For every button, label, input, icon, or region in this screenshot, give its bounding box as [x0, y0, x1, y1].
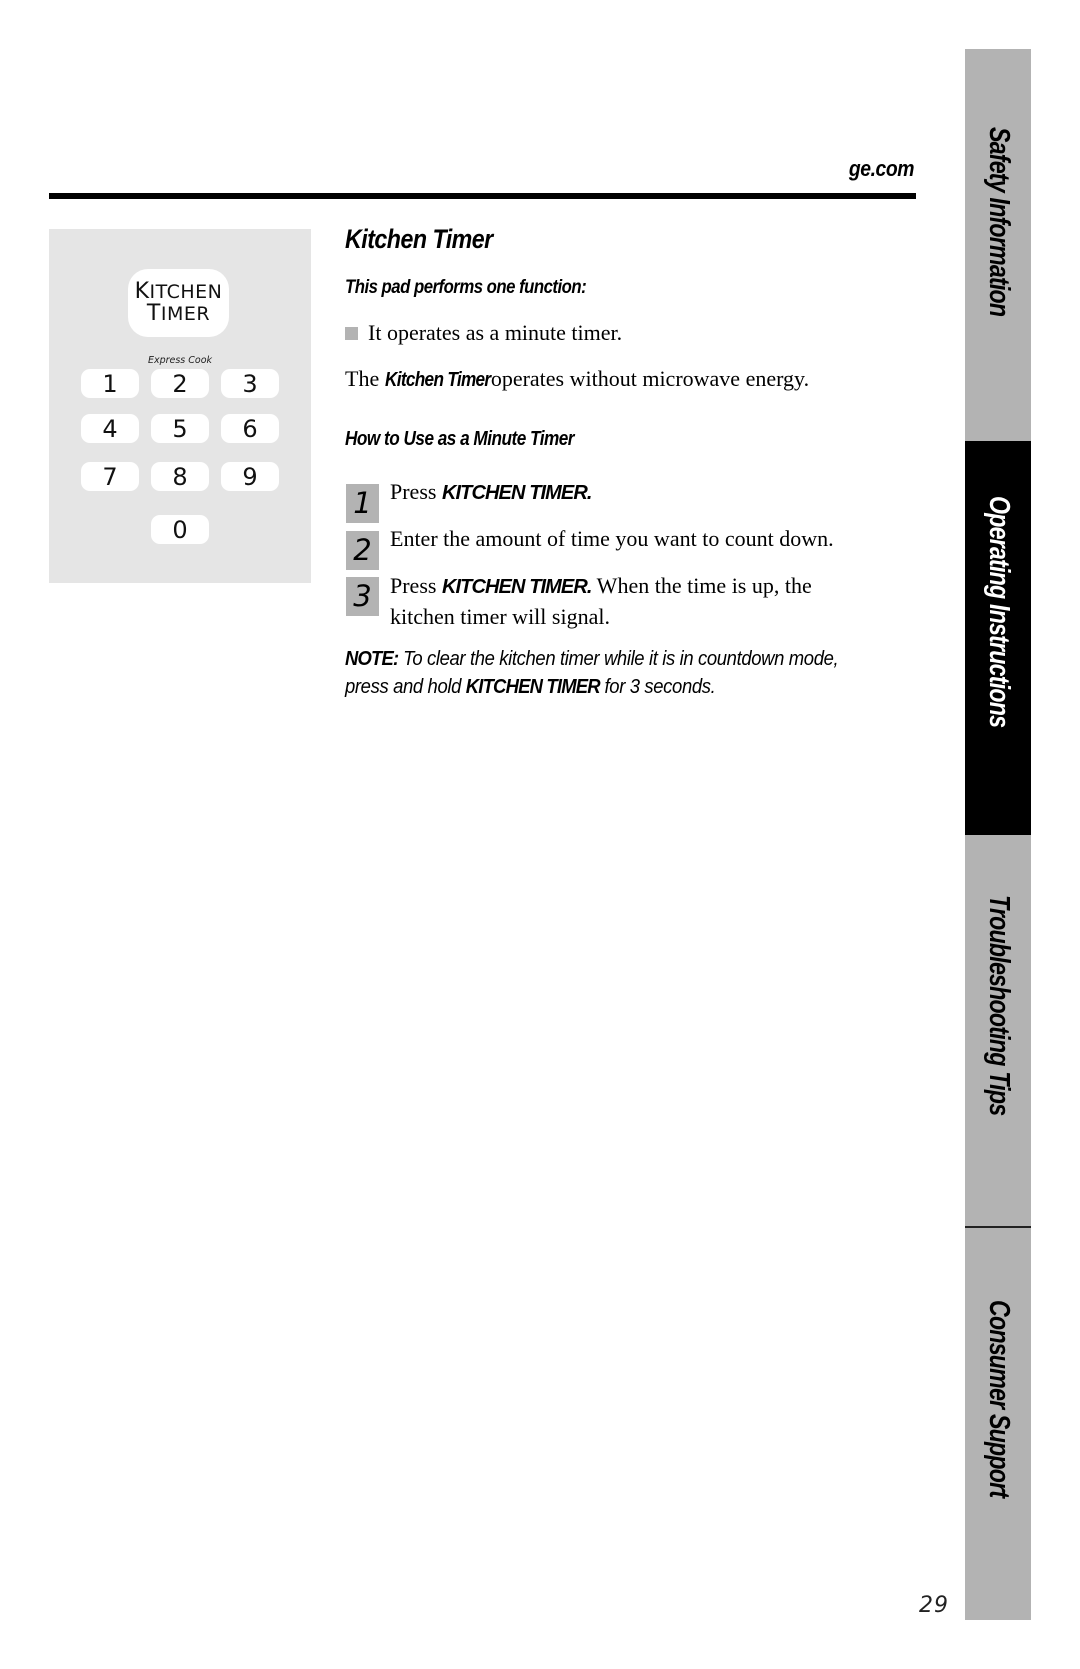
- bullet-square-icon: [345, 327, 358, 340]
- key-6[interactable]: 6: [221, 414, 279, 443]
- site-url[interactable]: ge.com: [849, 156, 915, 182]
- express-cook-label: Express Cook: [147, 355, 213, 366]
- key-1[interactable]: 1: [81, 369, 139, 398]
- bullet-text: It operates as a minute timer.: [368, 320, 623, 345]
- page-number: 29: [919, 1593, 949, 1618]
- tab-safety-information[interactable]: Safety Information: [965, 49, 1031, 441]
- kitchen-timer-key-line1: KITCHEN: [134, 279, 223, 304]
- howto-heading: How to Use as a Minute Timer: [345, 428, 574, 450]
- tab-troubleshooting-tips[interactable]: Troubleshooting Tips: [965, 835, 1031, 1227]
- kitchen-timer-key[interactable]: KITCHEN TIMER: [128, 269, 229, 337]
- tab-consumer-support[interactable]: Consumer Support: [965, 1228, 1031, 1620]
- key-3[interactable]: 3: [221, 369, 279, 398]
- step-number-2: 2: [346, 531, 379, 570]
- kitchen-timer-key-line2: TIMER: [146, 301, 211, 326]
- step-1-text: Press KITCHEN TIMER.: [390, 479, 592, 504]
- note-label: NOTE:: [345, 647, 399, 670]
- keypad-illustration: KITCHEN TIMER Express Cook 1 2 3 4 5 6 7…: [49, 229, 311, 583]
- header-rule: [49, 193, 916, 199]
- key-4[interactable]: 4: [81, 414, 139, 443]
- step-number-3: 3: [346, 577, 379, 616]
- key-8[interactable]: 8: [151, 462, 209, 491]
- section-title: Kitchen Timer: [345, 224, 493, 254]
- key-0[interactable]: 0: [151, 515, 209, 544]
- section-subtitle: This pad performs one function:: [345, 276, 587, 298]
- key-2[interactable]: 2: [151, 369, 209, 398]
- key-9[interactable]: 9: [221, 462, 279, 491]
- tab-operating-instructions[interactable]: Operating Instructions: [965, 441, 1031, 835]
- key-7[interactable]: 7: [81, 462, 139, 491]
- section-tabs: Safety Information Operating Instruction…: [965, 49, 1031, 1620]
- step-number-1: 1: [346, 484, 379, 523]
- note-paragraph: NOTE: To clear the kitchen timer while i…: [345, 647, 839, 698]
- step-2-text: Enter the amount of time you want to cou…: [390, 526, 834, 551]
- step-3-text: Press KITCHEN TIMER. When the time is up…: [390, 573, 812, 629]
- intro-paragraph: The Kitchen Timer operates without micro…: [345, 366, 810, 391]
- key-5[interactable]: 5: [151, 414, 209, 443]
- intro-emphasis: Kitchen Timer: [384, 369, 491, 391]
